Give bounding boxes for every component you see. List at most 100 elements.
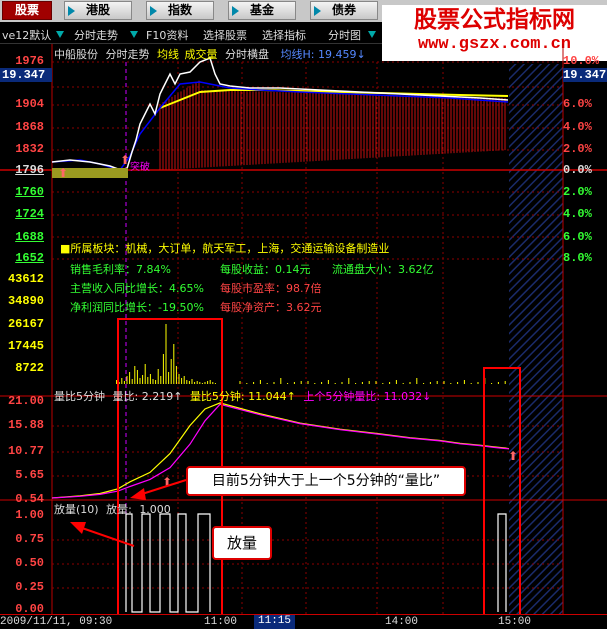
- time-cursor-tick: 11:15: [254, 615, 296, 629]
- price-tick: 1796: [15, 163, 44, 177]
- left-axis: 1976 19.347 1904 1868 1832 1796 1760 172…: [0, 44, 52, 614]
- prev-label: 上个5分钟量比:: [303, 390, 381, 403]
- avg-value: 均线H: 19.459↓: [280, 48, 366, 61]
- fl-tick: 0.50: [15, 556, 44, 570]
- vol-label: 成交量: [184, 48, 218, 61]
- ma-label: 均线: [157, 48, 179, 61]
- lb-tick: 0.54: [15, 492, 44, 502]
- price-tick: 1904: [15, 97, 44, 111]
- dropdown-arrow-icon[interactable]: [368, 31, 376, 38]
- dropdown-arrow-icon[interactable]: [56, 31, 64, 38]
- time-tick: 14:00: [385, 616, 419, 628]
- flat-label: 分时横盘: [225, 48, 269, 61]
- lb5-value: 11.044↑: [248, 390, 296, 403]
- triangle-icon: [150, 6, 157, 16]
- triangle-icon: [314, 6, 321, 16]
- chart-header: 中船股份 分时走势 均线 成交量 分时横盘 均线H: 19.459↓: [54, 46, 366, 62]
- dropdown-arrow-icon[interactable]: [130, 31, 138, 38]
- lb-tick: 10.77: [7, 444, 44, 458]
- lb-panel-header: 量比5分钟 量比: 2.219↑ 量比5分钟: 11.044↑ 上个5分钟量比:…: [54, 388, 431, 404]
- pe-ratio: 每股市盈率：98.7倍: [220, 282, 322, 295]
- right-axis: 10.0% 19.347 6.0% 4.0% 2.0% 0.0% 2.0% 4.…: [563, 44, 607, 394]
- lb-label: 量比:: [112, 390, 139, 403]
- price-tick: 1832: [15, 142, 44, 156]
- mode-label: 分时走势: [105, 48, 150, 61]
- up-arrow-icon: ⬆: [58, 166, 68, 180]
- volume-bars: [116, 324, 506, 384]
- tab-hk-stocks[interactable]: 港股: [64, 1, 132, 20]
- volume-tick: 17445: [7, 339, 44, 353]
- time-axis: 2009/11/11, 09:30 11:00 11:15 14:00 15:0…: [0, 614, 607, 629]
- intraday-chart-button[interactable]: 分时图: [328, 27, 361, 43]
- layout-select[interactable]: ve12默认: [2, 27, 51, 43]
- pct-tick: 6.0%: [563, 230, 592, 244]
- tab-funds[interactable]: 基金: [228, 1, 296, 20]
- fl-panel-header: 放量(10) 放量: 1.000: [54, 501, 171, 517]
- volume-tick: 8722: [15, 361, 44, 375]
- tab-bonds[interactable]: 债券: [310, 1, 378, 20]
- after-hours-area: [509, 64, 563, 614]
- pct-tick: 2.0%: [563, 185, 592, 199]
- eps: 每股收益：0.14元: [220, 263, 311, 276]
- tab-stocks[interactable]: 股票: [2, 1, 52, 20]
- volume-tick: 26167: [7, 317, 44, 331]
- price-tick: 1688: [15, 230, 44, 244]
- fangliang-callout: 放量: [212, 526, 272, 560]
- lb5-label: 量比5分钟:: [189, 390, 245, 403]
- fangliang-bars: [125, 513, 507, 613]
- sector-row: ■所属板块：机械，大订单，航天军工，上海，交通运输设备制造业: [60, 242, 390, 255]
- time-tick: 11:00: [204, 616, 238, 628]
- sector-value: 机械，大订单，航天军工，上海，交通运输设备制造业: [125, 242, 390, 255]
- app-window: 股票 港股 指数 基金 债券 ve12默认 分时走势 F10资料 选择股票 选择…: [0, 0, 607, 629]
- f10-button[interactable]: F10资料: [146, 27, 188, 43]
- price-tick: 1976: [15, 54, 44, 68]
- select-stock-button[interactable]: 选择股票: [203, 27, 247, 43]
- float-size: 流通盘大小：3.62亿: [332, 263, 434, 276]
- fl-tick: 0.75: [15, 532, 44, 546]
- volume-tick: 43612: [7, 272, 44, 286]
- profit-growth: 净利润同比增长：-19.50%: [70, 301, 204, 314]
- lb-value: 2.219↑: [141, 390, 183, 403]
- prev-value: 11.032↓: [383, 390, 432, 403]
- logo-title: 股票公式指标网: [414, 7, 575, 33]
- price-tick: 1868: [15, 120, 44, 134]
- pct-tick: 0.0%: [563, 163, 592, 177]
- pct-tick: 4.0%: [563, 207, 592, 221]
- lb-title: 量比5分钟: [54, 390, 105, 403]
- annotation-callout: 目前5分钟大于上一个5分钟的“量比”: [186, 466, 466, 496]
- current-price-right: 19.347: [563, 68, 607, 82]
- fl-value: 1.000: [139, 503, 171, 516]
- lb-tick: 21.00: [7, 394, 44, 408]
- up-arrow-icon: ⬆: [508, 449, 518, 463]
- sector-label: 所属板块：: [70, 242, 126, 255]
- time-tick: 15:00: [498, 616, 532, 628]
- price-tick: 1652: [15, 251, 44, 265]
- pct-tick: 2.0%: [563, 142, 592, 156]
- volume-tick: 34890: [7, 294, 44, 308]
- time-tick: 2009/11/11, 09:30: [0, 616, 113, 628]
- price-tick: 1760: [15, 185, 44, 199]
- intraday-chart[interactable]: ⬆ ⬆ 突破 ⬆ ⬆: [0, 44, 607, 614]
- intraday-button[interactable]: 分时走势: [74, 27, 118, 43]
- tab-index[interactable]: 指数: [146, 1, 214, 20]
- pct-tick: 8.0%: [563, 251, 592, 265]
- up-arrow-icon: ⬆: [120, 153, 130, 167]
- price-tick: 1724: [15, 207, 44, 221]
- current-price-left: 19.347: [0, 68, 52, 82]
- breakout-label: 突破: [130, 160, 150, 173]
- select-indicator-button[interactable]: 选择指标: [262, 27, 306, 43]
- lb-tick: 15.88: [7, 418, 44, 432]
- pct-tick: 10.0%: [563, 54, 600, 68]
- triangle-icon: [232, 6, 239, 16]
- fl-tick: 1.00: [15, 508, 44, 522]
- fl-label: 放量:: [106, 503, 132, 516]
- fl-tick: 0.00: [15, 602, 44, 612]
- lb-tick: 5.65: [15, 468, 44, 482]
- pct-tick: 4.0%: [563, 120, 592, 134]
- revenue-growth: 主营收入同比增长：4.65%: [70, 282, 204, 295]
- fl-tick: 0.25: [15, 580, 44, 594]
- stock-name: 中船股份: [54, 48, 98, 61]
- fl-title: 放量(10): [54, 503, 99, 516]
- pct-tick: 6.0%: [563, 97, 592, 111]
- triangle-icon: [68, 6, 75, 16]
